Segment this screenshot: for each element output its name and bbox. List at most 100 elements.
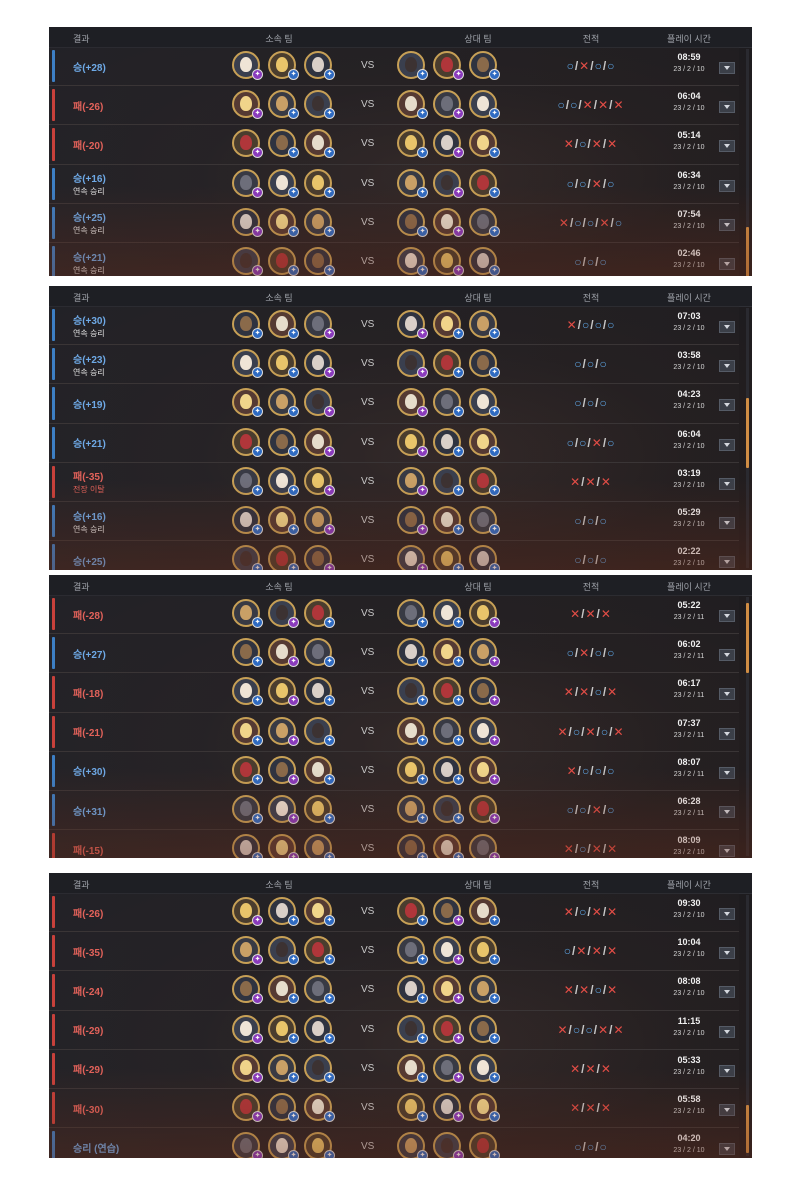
scrollbar-thumb[interactable] [746,1105,749,1153]
character-avatar[interactable]: ✦ [268,349,299,379]
character-avatar[interactable]: ✦ [469,795,500,824]
character-avatar[interactable]: ✦ [268,599,299,628]
match-row[interactable]: 패(-35) ✦ ✦ ✦ ✦ ✦ ✦ VS ○/✕/✕/✕ 10:04 23 / 2 / 10 [49,932,739,972]
character-avatar[interactable]: ✦ [469,168,500,198]
match-row[interactable]: 패(-35) 전장 이탈 ✦ ✦ ✦ ✦ ✦ ✦ VS ✕/✕/✕ 03:19 23 / 2 / 10 [49,462,739,502]
match-row[interactable]: 패(-30) ✦ ✦ ✦ ✦ ✦ ✦ VS ✕/✕/✕ 05:58 23 / 2 / 10 [49,1089,739,1129]
character-avatar[interactable]: ✦ [232,638,263,668]
character-avatar[interactable]: ✦ [397,755,428,785]
character-avatar[interactable]: ✦ [304,716,335,746]
character-avatar[interactable]: ✦ [304,1093,335,1122]
match-row[interactable]: 패(-26) ✦ ✦ ✦ ✦ ✦ ✦ VS ✕/○/✕/✕ 09:30 23 / 2 / 10 [49,893,739,933]
character-avatar[interactable]: ✦ [433,897,464,926]
match-row[interactable]: 승(+30) 연속 승리 ✦ ✦ ✦ ✦ ✦ ✦ VS ✕/○/○/○ 07:03 23 / 2 / … [49,306,739,346]
expand-dropdown-button[interactable] [719,649,735,662]
character-avatar[interactable]: ✦ [304,129,335,159]
scrollbar-thumb[interactable] [746,227,749,276]
expand-dropdown-button[interactable] [719,1064,735,1077]
character-avatar[interactable]: ✦ [304,1014,335,1044]
character-avatar[interactable]: ✦ [232,310,263,339]
expand-dropdown-button[interactable] [719,438,735,451]
character-avatar[interactable]: ✦ [433,207,464,237]
character-avatar[interactable]: ✦ [268,677,299,707]
expand-dropdown-button[interactable] [719,766,735,779]
character-avatar[interactable]: ✦ [268,795,299,824]
character-avatar[interactable]: ✦ [268,897,299,926]
character-avatar[interactable]: ✦ [433,1132,464,1158]
character-avatar[interactable]: ✦ [433,834,464,858]
character-avatar[interactable]: ✦ [433,349,464,379]
expand-dropdown-button[interactable] [719,360,735,373]
character-avatar[interactable]: ✦ [469,129,500,159]
match-row[interactable]: 승(+30) ✦ ✦ ✦ ✦ ✦ ✦ VS ✕/○/○/○ 08:07 23 / 2 / 11 [49,751,739,791]
character-avatar[interactable]: ✦ [232,1132,263,1158]
character-avatar[interactable]: ✦ [232,599,263,628]
character-avatar[interactable]: ✦ [397,599,428,628]
character-avatar[interactable]: ✦ [397,207,428,237]
expand-dropdown-button[interactable] [719,140,735,153]
character-avatar[interactable]: ✦ [433,310,464,339]
character-avatar[interactable]: ✦ [397,1132,428,1158]
character-avatar[interactable]: ✦ [232,207,263,237]
character-avatar[interactable]: ✦ [469,755,500,785]
character-avatar[interactable]: ✦ [469,936,500,966]
character-avatar[interactable]: ✦ [268,834,299,858]
expand-dropdown-button[interactable] [719,806,735,818]
character-avatar[interactable]: ✦ [304,755,335,785]
character-avatar[interactable]: ✦ [232,349,263,379]
expand-dropdown-button[interactable] [719,845,735,858]
character-avatar[interactable]: ✦ [268,716,299,746]
match-row[interactable]: 패(-24) ✦ ✦ ✦ ✦ ✦ ✦ VS ✕/✕/○/✕ 08:08 23 / 2 / 10 [49,971,739,1011]
character-avatar[interactable]: ✦ [232,716,263,746]
character-avatar[interactable]: ✦ [433,51,464,80]
character-avatar[interactable]: ✦ [433,599,464,628]
character-avatar[interactable]: ✦ [304,349,335,379]
expand-dropdown-button[interactable] [719,986,735,999]
expand-dropdown-button[interactable] [719,101,735,114]
character-avatar[interactable]: ✦ [232,834,263,858]
character-avatar[interactable]: ✦ [232,677,263,707]
character-avatar[interactable]: ✦ [232,1053,263,1083]
character-avatar[interactable]: ✦ [469,1093,500,1122]
character-avatar[interactable]: ✦ [469,897,500,926]
character-avatar[interactable]: ✦ [469,310,500,339]
character-avatar[interactable]: ✦ [232,506,263,535]
character-avatar[interactable]: ✦ [232,975,263,1005]
character-avatar[interactable]: ✦ [469,207,500,237]
character-avatar[interactable]: ✦ [433,466,464,496]
character-avatar[interactable]: ✦ [469,51,500,80]
character-avatar[interactable]: ✦ [304,545,335,570]
character-avatar[interactable]: ✦ [304,466,335,496]
match-row[interactable]: 승(+28) ✦ ✦ ✦ ✦ ✦ ✦ VS ○/✕/○/○ 08:59 23 / 2 / 10 [49,47,739,87]
character-avatar[interactable]: ✦ [304,247,335,276]
character-avatar[interactable]: ✦ [232,466,263,496]
character-avatar[interactable]: ✦ [232,795,263,824]
character-avatar[interactable]: ✦ [304,795,335,824]
character-avatar[interactable]: ✦ [433,1014,464,1044]
character-avatar[interactable]: ✦ [232,427,263,457]
character-avatar[interactable]: ✦ [397,310,428,339]
character-avatar[interactable]: ✦ [304,638,335,668]
character-avatar[interactable]: ✦ [397,936,428,966]
character-avatar[interactable]: ✦ [469,1053,500,1083]
character-avatar[interactable]: ✦ [433,506,464,535]
character-avatar[interactable]: ✦ [232,897,263,926]
character-avatar[interactable]: ✦ [397,975,428,1005]
match-row[interactable]: 승(+16) 연속 승리 ✦ ✦ ✦ ✦ ✦ ✦ VS ○/○/○ 05:29 23 / 2 / 10 [49,502,739,542]
character-avatar[interactable]: ✦ [433,168,464,198]
expand-dropdown-button[interactable] [719,258,735,270]
character-avatar[interactable]: ✦ [268,545,299,570]
match-row[interactable]: 승(+19) ✦ ✦ ✦ ✦ ✦ ✦ VS ○/○/○ 04:23 23 / 2 / 10 [49,384,739,424]
character-avatar[interactable]: ✦ [232,388,263,418]
character-avatar[interactable]: ✦ [469,1014,500,1044]
character-avatar[interactable]: ✦ [268,129,299,159]
match-row[interactable]: 승(+21) ✦ ✦ ✦ ✦ ✦ ✦ VS ○/○/✕/○ 06:04 23 / 2 / 10 [49,423,739,463]
character-avatar[interactable]: ✦ [304,677,335,707]
match-row[interactable]: 패(-29) ✦ ✦ ✦ ✦ ✦ ✦ VS ✕/✕/✕ 05:33 23 / 2 / 10 [49,1049,739,1089]
character-avatar[interactable]: ✦ [268,1053,299,1083]
character-avatar[interactable]: ✦ [268,936,299,966]
character-avatar[interactable]: ✦ [304,506,335,535]
character-avatar[interactable]: ✦ [397,129,428,159]
character-avatar[interactable]: ✦ [268,755,299,785]
character-avatar[interactable]: ✦ [304,897,335,926]
